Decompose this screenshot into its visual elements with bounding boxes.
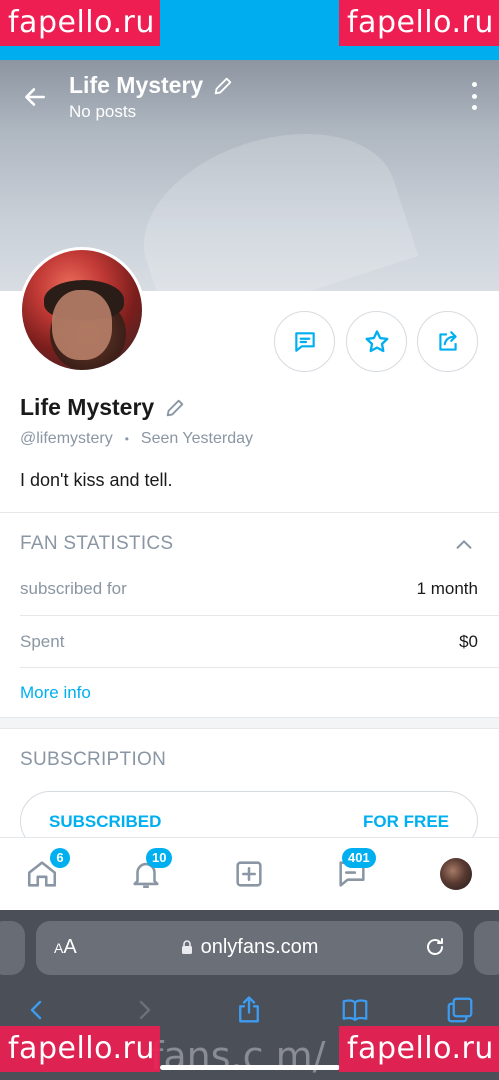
share-icon: [438, 330, 457, 351]
cover-decoration: [121, 103, 419, 291]
url-display: onlyfans.com: [36, 936, 463, 959]
nav-profile[interactable]: [436, 854, 476, 894]
watermark-top-left: fapello.ru: [0, 0, 160, 46]
nav-notifications[interactable]: 10: [126, 848, 173, 894]
avatar-face: [52, 290, 112, 360]
divider: [0, 512, 499, 513]
tabs-icon: [447, 997, 473, 1023]
pencil-icon[interactable]: [164, 397, 186, 419]
chevron-right-icon: [139, 1000, 151, 1020]
more-dot: [471, 93, 477, 99]
tabs-button[interactable]: [442, 992, 478, 1028]
subscription-price: FOR FREE: [363, 812, 449, 831]
more-info-link[interactable]: More info: [20, 683, 91, 703]
home-badge: 6: [50, 848, 70, 868]
more-dot: [471, 105, 477, 110]
more-options-button[interactable]: [469, 82, 479, 110]
divider: [20, 615, 499, 616]
stat-value: 1 month: [416, 579, 478, 598]
chevron-left-icon: [30, 1000, 42, 1020]
stat-label: subscribed for: [20, 579, 127, 598]
favorite-button[interactable]: [346, 311, 407, 372]
watermark-bottom-right: fapello.ru: [339, 1026, 499, 1072]
stat-label: Spent: [20, 632, 65, 651]
plus-square-icon: [236, 861, 262, 887]
bottom-nav: 6 10 401: [0, 837, 499, 910]
message-button[interactable]: [274, 311, 335, 372]
notifications-badge: 10: [146, 848, 173, 868]
divider: [20, 667, 499, 668]
home-indicator: [160, 1065, 340, 1070]
browser-back-button[interactable]: [19, 992, 55, 1028]
more-dot: [471, 82, 477, 87]
back-button[interactable]: [18, 80, 52, 114]
star-icon: [365, 329, 388, 352]
header-title: Life Mystery: [69, 72, 204, 98]
share-icon: [239, 996, 259, 1023]
profile-handle: @lifemystery: [20, 430, 113, 447]
last-seen: Seen Yesterday: [140, 430, 253, 447]
meta-separator: •: [124, 432, 129, 446]
avatar: [440, 858, 472, 890]
nav-messages[interactable]: 401: [332, 848, 376, 894]
browser-forward-button[interactable]: [126, 992, 162, 1028]
subscription-status: SUBSCRIBED: [49, 812, 162, 831]
reload-icon[interactable]: [423, 935, 447, 959]
header-subtitle: No posts: [69, 102, 137, 121]
profile-name-row: Life Mystery: [20, 394, 186, 421]
share-button[interactable]: [417, 311, 478, 372]
profile-avatar[interactable]: [19, 247, 145, 373]
browser-share-button[interactable]: [231, 992, 267, 1028]
profile-meta: @lifemystery • Seen Yesterday: [20, 430, 253, 448]
next-tab[interactable]: [474, 921, 499, 975]
lock-icon: [181, 940, 192, 954]
stat-row: subscribed for 1 month: [20, 579, 478, 599]
messages-badge: 401: [342, 848, 376, 868]
profile-name: Life Mystery: [20, 394, 155, 420]
watermark-top-right: fapello.ru: [339, 0, 499, 46]
fan-statistics-title[interactable]: FAN STATISTICS: [20, 533, 173, 555]
ghost-url-text: fans.c m/: [150, 1034, 326, 1078]
bookmarks-button[interactable]: [337, 992, 373, 1028]
message-icon: [294, 331, 315, 352]
url-text: onlyfans.com: [200, 936, 319, 958]
pencil-icon[interactable]: [212, 75, 234, 97]
watermark-bottom-left: fapello.ru: [0, 1026, 160, 1072]
arrow-left-icon: [25, 88, 45, 106]
profile-bio: I don't kiss and tell.: [20, 470, 173, 490]
chevron-up-icon[interactable]: [453, 534, 475, 556]
book-icon: [342, 999, 368, 1022]
stat-row: Spent $0: [20, 632, 478, 652]
address-bar[interactable]: AA onlyfans.com: [36, 921, 463, 975]
section-divider: [0, 717, 499, 729]
stat-value: $0: [459, 632, 478, 651]
nav-home[interactable]: 6: [22, 848, 70, 894]
nav-add-post[interactable]: [229, 854, 269, 894]
subscription-title: SUBSCRIPTION: [20, 749, 167, 770]
previous-tab[interactable]: [0, 921, 25, 975]
